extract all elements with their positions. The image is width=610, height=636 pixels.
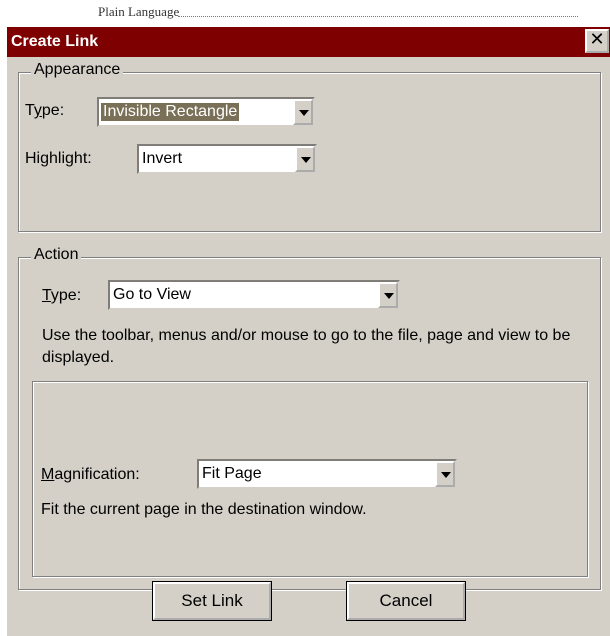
background-document: Plain Language	[0, 0, 610, 26]
background-doc-text: Plain Language	[98, 4, 180, 19]
magnification-dropdown-button[interactable]	[435, 461, 455, 487]
action-type-label: Type:	[42, 287, 82, 304]
cancel-button[interactable]: Cancel	[346, 581, 466, 621]
highlight-value: Invert	[142, 150, 183, 167]
appearance-type-select[interactable]: Invisible Rectangle	[97, 97, 315, 127]
magnification-description: Fit the current page in the destination …	[41, 501, 367, 518]
action-type-select[interactable]: Go to View	[108, 280, 400, 310]
appearance-type-value: Invisible Rectangle	[101, 103, 240, 121]
highlight-dropdown-button[interactable]	[295, 146, 315, 172]
magnification-panel: Magnification: Fit Page Fit the current …	[32, 381, 588, 577]
chevron-down-icon	[384, 293, 394, 299]
action-type-dropdown-button[interactable]	[378, 282, 398, 308]
appearance-group: Appearance Type: Invisible Rectangle Hig…	[18, 61, 601, 232]
chevron-down-icon	[441, 472, 451, 478]
appearance-type-dropdown-button[interactable]	[293, 99, 313, 125]
chevron-down-icon	[301, 157, 311, 163]
background-dotted-line	[178, 16, 578, 17]
action-group-label: Action	[31, 246, 82, 264]
action-description: Use the toolbar, menus and/or mouse to g…	[42, 327, 571, 366]
title-bar[interactable]: Create Link ✕	[7, 27, 610, 57]
magnification-label: Magnification:	[41, 466, 140, 483]
dialog-title: Create Link	[11, 33, 99, 50]
magnification-value: Fit Page	[202, 465, 262, 482]
appearance-type-label: Type:	[25, 102, 65, 119]
create-link-dialog: Create Link ✕ Appearance Type: Invisible…	[6, 26, 610, 636]
highlight-label: Highlight:	[25, 150, 92, 167]
highlight-select[interactable]: Invert	[137, 144, 317, 174]
chevron-down-icon	[299, 110, 309, 116]
close-icon: ✕	[589, 29, 605, 50]
appearance-group-label: Appearance	[31, 61, 124, 79]
set-link-button[interactable]: Set Link	[152, 581, 272, 621]
magnification-select[interactable]: Fit Page	[197, 459, 457, 489]
action-type-value: Go to View	[113, 286, 191, 303]
action-group: Action Type: Go to View Use the toolbar,…	[18, 246, 601, 590]
close-button[interactable]: ✕	[585, 29, 609, 53]
